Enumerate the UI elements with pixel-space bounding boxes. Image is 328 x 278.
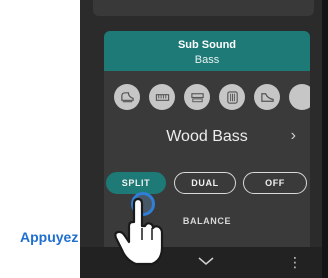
panel-header[interactable]: Sub Sound Bass — [104, 31, 310, 71]
harpsichord-icon[interactable] — [254, 84, 280, 110]
split-button[interactable]: SPLIT — [106, 172, 166, 194]
selected-voice-name[interactable]: Wood Bass — [104, 128, 310, 146]
tap-instruction: Appuyez — [20, 229, 79, 245]
voice-category-row — [104, 84, 310, 110]
pointing-hand-icon — [114, 198, 164, 266]
strings-icon[interactable] — [219, 84, 245, 110]
electric-piano-icon[interactable] — [149, 84, 175, 110]
previous-panel — [93, 0, 314, 16]
chevron-right-icon[interactable]: › — [291, 127, 296, 145]
grand-piano-icon[interactable] — [114, 84, 140, 110]
more-options-icon[interactable]: ⋮ — [288, 255, 302, 269]
chevron-down-icon[interactable] — [198, 256, 214, 266]
panel-subtitle: Bass — [194, 54, 220, 66]
panel-title: Sub Sound — [177, 39, 237, 51]
organ-icon[interactable] — [184, 84, 210, 110]
off-button[interactable]: OFF — [243, 172, 307, 194]
screen-edge — [322, 0, 328, 278]
dual-button[interactable]: DUAL — [174, 172, 236, 194]
more-voices-icon[interactable] — [289, 84, 310, 110]
